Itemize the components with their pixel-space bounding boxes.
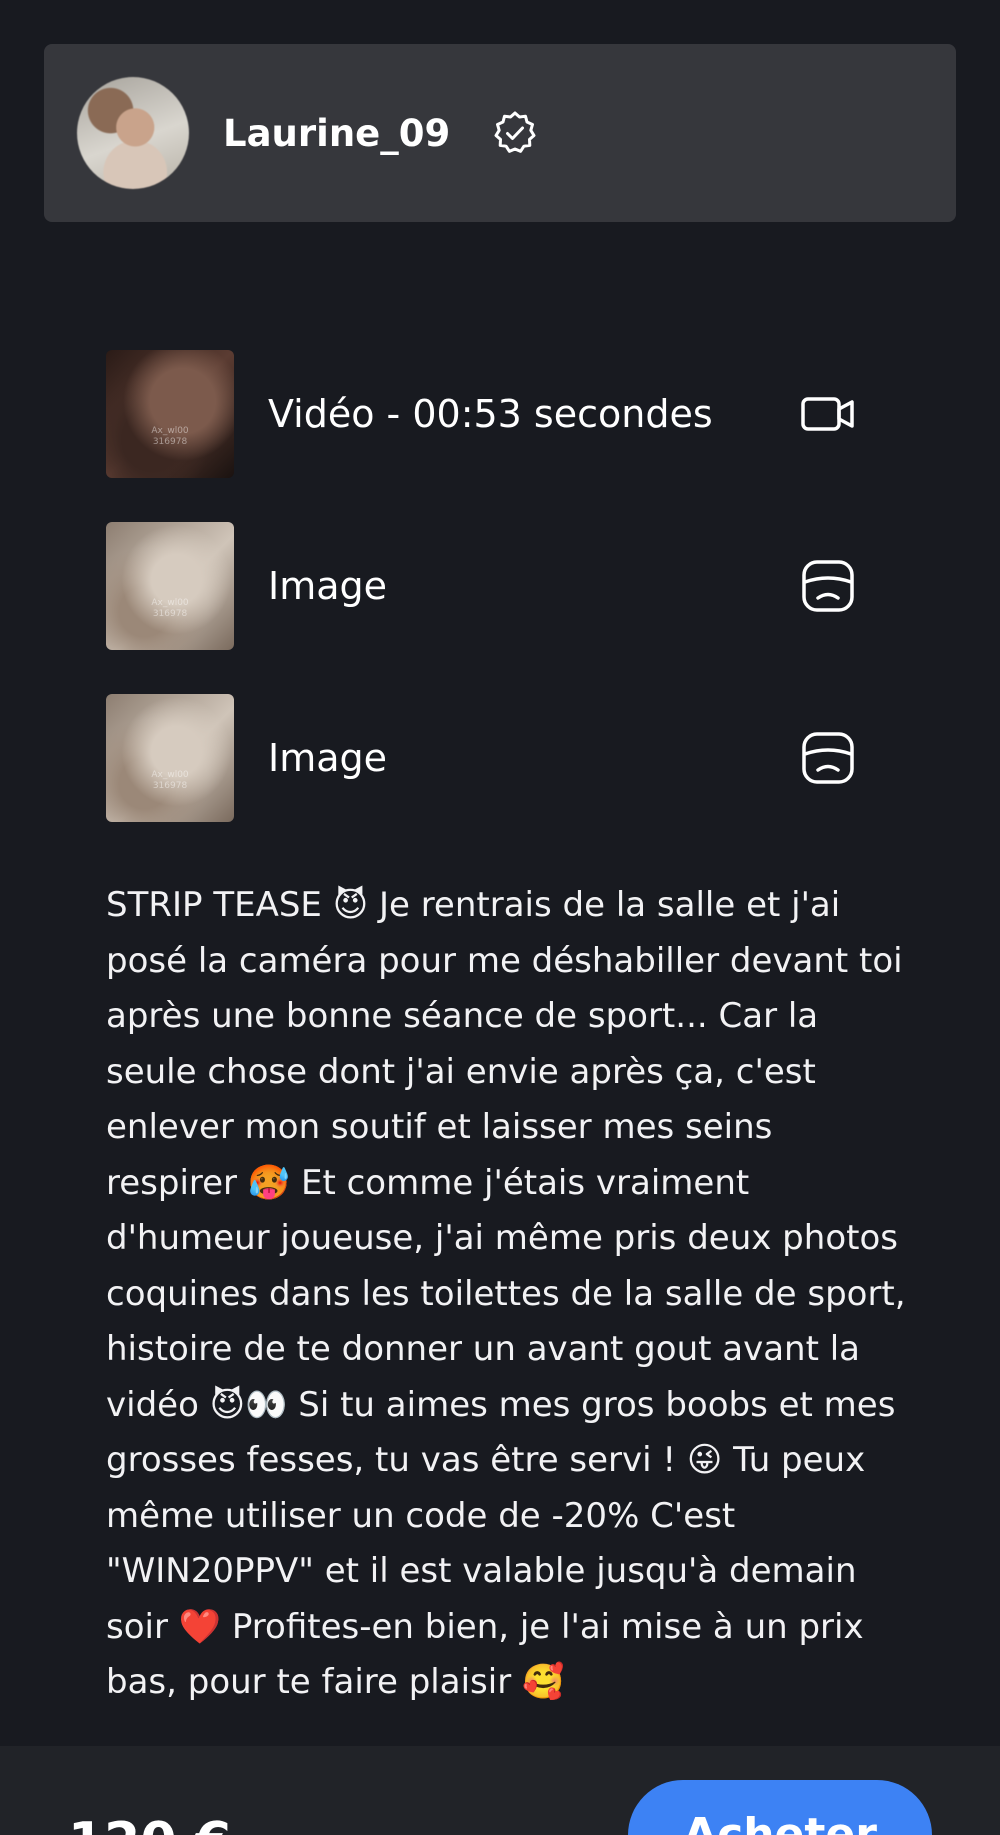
media-label: Image: [268, 736, 388, 780]
image-icon: [800, 558, 856, 614]
media-item-image[interactable]: Ax_wl00 316978 Image: [106, 522, 906, 650]
buy-button[interactable]: Acheter: [628, 1780, 932, 1835]
creator-header[interactable]: Laurine_09: [44, 44, 956, 222]
media-item-image[interactable]: Ax_wl00 316978 Image: [106, 694, 906, 822]
thumbnail-watermark: Ax_wl00 316978: [151, 598, 189, 619]
media-thumbnail[interactable]: Ax_wl00 316978: [106, 350, 234, 478]
verified-badge-icon: [492, 110, 538, 156]
media-thumbnail[interactable]: Ax_wl00 316978: [106, 694, 234, 822]
media-list: Ax_wl00 316978 Vidéo - 00:53 secondes Ax…: [106, 350, 906, 866]
post-description: STRIP TEASE 😈 Je rentrais de la salle et…: [106, 885, 906, 1702]
video-camera-icon: [800, 386, 856, 442]
media-label: Image: [268, 564, 388, 608]
price-label: 120 €: [68, 1812, 231, 1835]
media-thumbnail[interactable]: Ax_wl00 316978: [106, 522, 234, 650]
thumbnail-watermark: Ax_wl00 316978: [151, 426, 189, 447]
media-label: Vidéo - 00:53 secondes: [268, 392, 713, 436]
thumbnail-watermark: Ax_wl00 316978: [151, 770, 189, 791]
purchase-bar: 120 € Acheter: [0, 1746, 1000, 1835]
image-icon: [800, 730, 856, 786]
avatar[interactable]: [77, 77, 189, 189]
creator-username[interactable]: Laurine_09: [223, 112, 450, 155]
media-item-video[interactable]: Ax_wl00 316978 Vidéo - 00:53 secondes: [106, 350, 906, 478]
ppv-post-screen: Laurine_09 Ax_wl00 316978 Vidéo - 00:53 …: [0, 0, 1000, 1835]
